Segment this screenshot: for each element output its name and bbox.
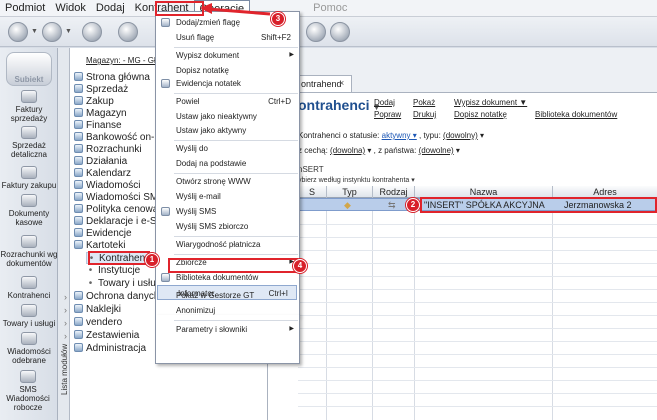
annotation-arrow [200,3,271,16]
callout-2: 2 [406,198,420,212]
callout-1: 1 [145,253,159,267]
callout-3: 3 [271,12,285,26]
callout-4: 4 [293,259,307,273]
